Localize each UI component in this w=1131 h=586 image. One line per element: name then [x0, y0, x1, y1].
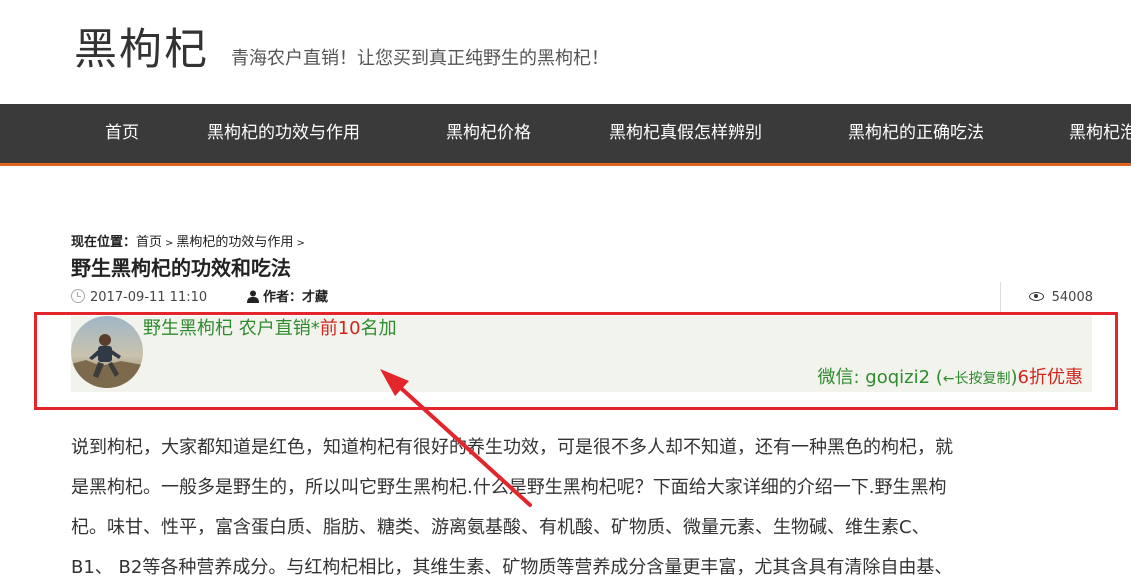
nav-item-price[interactable]: 黑枸杞价格: [446, 104, 531, 163]
article-title: 野生黑枸杞的功效和吃法: [71, 256, 291, 280]
nav-item-authenticity[interactable]: 黑枸杞真假怎样辨别: [609, 104, 762, 163]
nav-item-benefits[interactable]: 黑枸杞的功效与作用: [207, 104, 360, 163]
promo-headline-prefix: 野生黑枸杞 农户直销*: [143, 318, 320, 339]
clock-icon: [71, 289, 85, 303]
article-date: 2017-09-11 11:10: [71, 288, 207, 308]
avatar: [71, 316, 143, 388]
article-body-line: 说到枸杞，大家都知道是红色，知道枸杞有很好的养生功效，可是很不多人却不知道，还有…: [71, 437, 953, 458]
article-body-line: 是黑枸杞。一般多是野生的，所以叫它野生黑枸杞.什么是野生黑枸杞呢？下面给大家详细…: [71, 477, 947, 498]
article-date-text: 2017-09-11 11:10: [90, 290, 208, 305]
article-author-text: 作者：才藏: [263, 290, 329, 305]
site-logo[interactable]: 黑枸杞: [74, 22, 209, 78]
promo-box: 野生黑枸杞 农户直销*前10名加 微信: goqizi2 (←长按复制)6折优惠: [71, 316, 1092, 392]
promo-wechat-close: ): [1010, 367, 1018, 388]
nav-item-home[interactable]: 首页: [105, 104, 139, 163]
article-body-line: 杞。味甘、性平，富含蛋白质、脂肪、糖类、游离氨基酸、有机酸、矿物质、微量元素、生…: [71, 517, 930, 538]
promo-headline: 野生黑枸杞 农户直销*前10名加: [143, 317, 397, 341]
article-meta: 2017-09-11 11:10 作者：才藏 54008: [71, 282, 1093, 312]
site-slogan: 青海农户直销！让您买到真正纯野生的黑枸杞！: [231, 48, 609, 69]
breadcrumb-category-link[interactable]: 黑枸杞的功效与作用: [176, 235, 293, 250]
breadcrumb-separator: >: [296, 238, 305, 249]
breadcrumb-separator: >: [165, 238, 174, 249]
breadcrumb: 现在位置：首页 > 黑枸杞的功效与作用 >: [71, 234, 308, 253]
article-body: 说到枸杞，大家都知道是红色，知道枸杞有很好的养生功效，可是很不多人却不知道，还有…: [71, 428, 1093, 586]
promo-wechat-label[interactable]: 微信: goqizi2 (: [817, 367, 942, 388]
promo-wechat: 微信: goqizi2 (←长按复制)6折优惠: [817, 366, 1083, 391]
nav-item-soak[interactable]: 黑枸杞泡: [1069, 104, 1131, 163]
meta-divider: [1000, 282, 1001, 312]
nav-item-how-to-eat[interactable]: 黑枸杞的正确吃法: [848, 104, 984, 163]
promo-wechat-hint: ←长按复制: [942, 371, 1011, 387]
breadcrumb-home-link[interactable]: 首页: [136, 235, 162, 250]
promo-headline-suffix: 名加: [360, 318, 397, 339]
site-header: 黑枸杞 青海农户直销！让您买到真正纯野生的黑枸杞！: [0, 0, 1131, 104]
article-body-line: B1、 B2等各种营养成分。与红枸杞相比，其维生素、矿物质等营养成分含量更丰富，…: [71, 557, 953, 578]
breadcrumb-label: 现在位置：: [71, 235, 137, 250]
article-author: 作者：才藏: [247, 288, 328, 308]
promo-wechat-discount: 6折优惠: [1017, 367, 1083, 388]
article-views-count: 54008: [1051, 290, 1093, 305]
promo-headline-highlight: 前10: [319, 318, 361, 339]
user-icon: [247, 290, 259, 303]
eye-icon: [1028, 292, 1044, 301]
main-nav: 首页 黑枸杞的功效与作用 黑枸杞价格 黑枸杞真假怎样辨别 黑枸杞的正确吃法 黑枸…: [0, 104, 1131, 166]
article-views: 54008: [1028, 288, 1093, 308]
